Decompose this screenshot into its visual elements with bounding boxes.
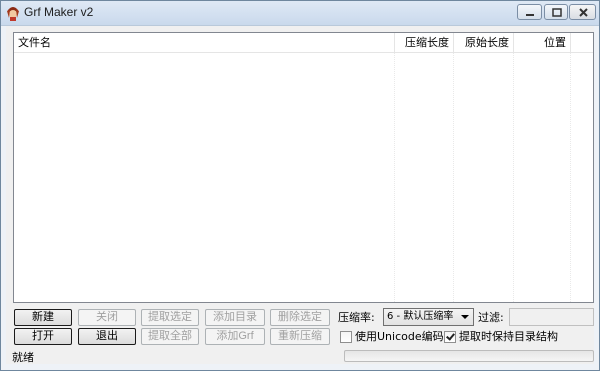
app-logo-icon xyxy=(7,7,19,21)
keep-directory-label: 提取时保持目录结构 xyxy=(459,330,558,343)
grid-divider xyxy=(394,53,395,302)
status-text: 就绪 xyxy=(12,351,34,364)
grid-divider xyxy=(513,53,514,302)
minimize-button[interactable] xyxy=(517,4,542,20)
column-filename[interactable]: 文件名 xyxy=(14,33,395,52)
unicode-label: 使用Unicode编码 xyxy=(355,330,444,343)
column-filler xyxy=(571,33,593,52)
extract-selected-button[interactable]: 提取选定 xyxy=(141,309,199,326)
compression-selected-value: 6 - 默认压缩率 xyxy=(387,311,454,322)
unicode-checkbox[interactable] xyxy=(340,331,352,343)
exit-button[interactable]: 退出 xyxy=(78,328,136,345)
close-button[interactable]: 关闭 xyxy=(78,309,136,326)
minimize-icon xyxy=(526,14,534,16)
list-header: 文件名 压缩长度 原始长度 位置 xyxy=(14,33,593,53)
filter-label: 过滤: xyxy=(478,311,504,324)
maximize-button[interactable] xyxy=(544,4,568,20)
app-window: Grf Maker v2 文件名 压缩长度 原始长度 位置 新建 关闭 提取选定… xyxy=(0,0,600,371)
compression-select[interactable]: 6 - 默认压缩率 xyxy=(383,308,474,326)
close-window-button[interactable] xyxy=(569,4,596,20)
file-list[interactable]: 文件名 压缩长度 原始长度 位置 xyxy=(13,32,594,303)
new-button[interactable]: 新建 xyxy=(14,309,72,326)
column-position[interactable]: 位置 xyxy=(514,33,571,52)
column-original-size[interactable]: 原始长度 xyxy=(454,33,514,52)
grid-divider xyxy=(453,53,454,302)
filter-input[interactable] xyxy=(509,308,594,326)
client-area: 文件名 压缩长度 原始长度 位置 新建 关闭 提取选定 添加目录 删除选定 压缩… xyxy=(6,26,594,364)
column-compressed-size[interactable]: 压缩长度 xyxy=(395,33,454,52)
progress-bar xyxy=(344,350,594,362)
delete-selected-button[interactable]: 删除选定 xyxy=(270,309,330,326)
maximize-icon xyxy=(552,8,562,17)
title-bar[interactable]: Grf Maker v2 xyxy=(1,1,599,26)
chevron-down-icon xyxy=(461,315,469,319)
keep-directory-checkbox[interactable] xyxy=(444,331,456,343)
extract-all-button[interactable]: 提取全部 xyxy=(141,328,199,345)
add-directory-button[interactable]: 添加目录 xyxy=(205,309,265,326)
grid-divider xyxy=(570,53,571,302)
compression-label: 压缩率: xyxy=(338,311,375,324)
recompress-button[interactable]: 重新压缩 xyxy=(270,328,330,345)
add-grf-button[interactable]: 添加Grf xyxy=(205,328,265,345)
open-button[interactable]: 打开 xyxy=(14,328,72,345)
window-title: Grf Maker v2 xyxy=(24,5,94,19)
close-icon xyxy=(579,8,588,17)
